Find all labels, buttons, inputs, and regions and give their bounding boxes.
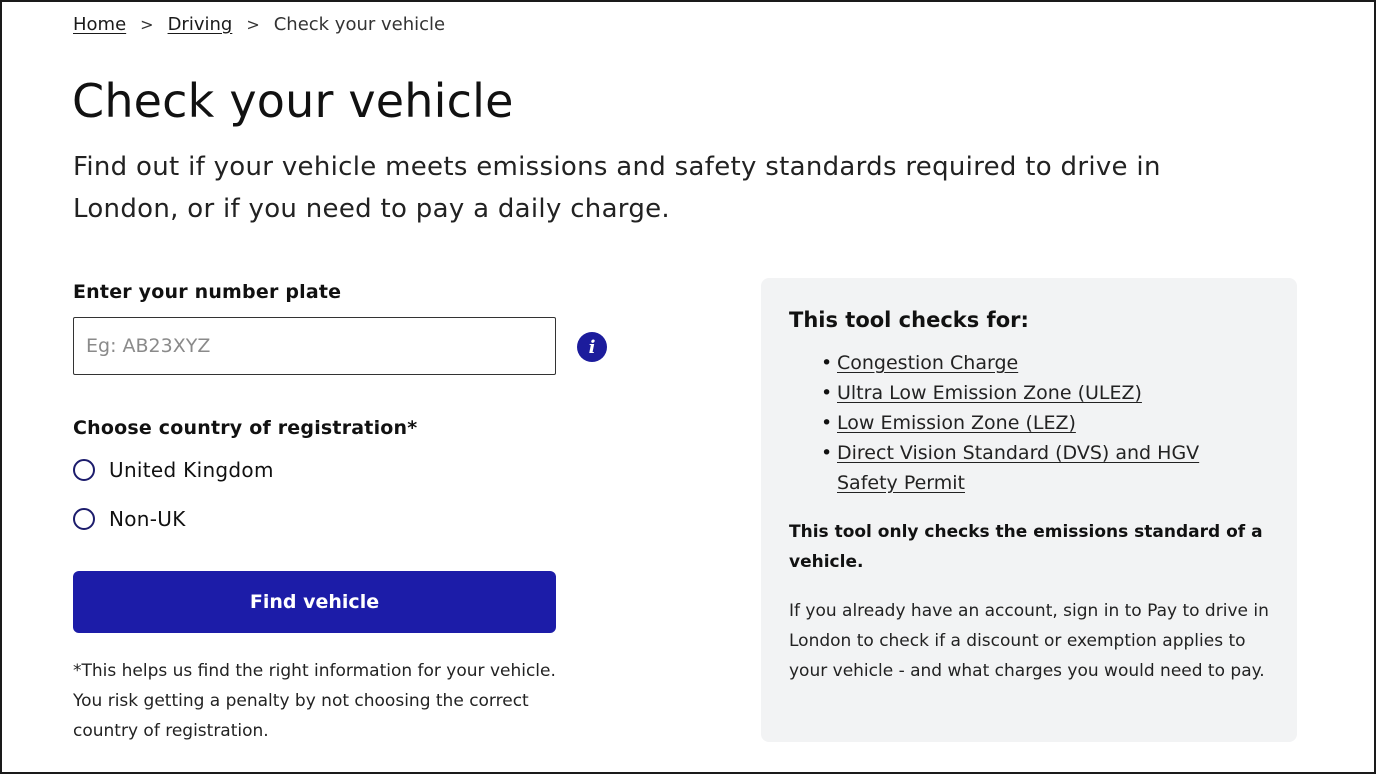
find-vehicle-button[interactable]: Find vehicle xyxy=(73,571,556,633)
registration-footnote: *This helps us find the right informatio… xyxy=(73,661,556,741)
checks-list: Congestion Charge Ultra Low Emission Zon… xyxy=(821,348,1241,498)
radio-button[interactable] xyxy=(73,508,95,530)
breadcrumb-separator: > xyxy=(140,15,154,34)
ulez-link[interactable]: Ultra Low Emission Zone (ULEZ) xyxy=(837,382,1142,404)
plate-label: Enter your number plate xyxy=(73,281,342,303)
tool-info-panel: This tool checks for: Congestion Charge … xyxy=(761,278,1297,742)
breadcrumb-driving-link[interactable]: Driving xyxy=(168,14,233,35)
congestion-charge-link[interactable]: Congestion Charge xyxy=(837,352,1018,374)
info-icon[interactable]: i xyxy=(577,332,607,362)
list-item: Congestion Charge xyxy=(821,348,1241,378)
panel-account-note: If you already have an account, sign in … xyxy=(789,601,1269,681)
radio-label: United Kingdom xyxy=(109,458,274,482)
page-intro: Find out if your vehicle meets emissions… xyxy=(73,152,1161,224)
list-item: Ultra Low Emission Zone (ULEZ) xyxy=(821,378,1241,408)
lez-link[interactable]: Low Emission Zone (LEZ) xyxy=(837,412,1076,434)
radio-label: Non-UK xyxy=(109,507,186,531)
number-plate-input[interactable] xyxy=(73,317,556,375)
panel-emissions-note: This tool only checks the emissions stan… xyxy=(789,522,1263,572)
breadcrumb-current: Check your vehicle xyxy=(273,14,446,35)
list-item: Direct Vision Standard (DVS) and HGV Saf… xyxy=(821,438,1241,498)
list-item: Low Emission Zone (LEZ) xyxy=(821,408,1241,438)
dvs-hgv-link[interactable]: Direct Vision Standard (DVS) and HGV Saf… xyxy=(837,442,1199,494)
radio-button[interactable] xyxy=(73,459,95,481)
radio-non-uk[interactable]: Non-UK xyxy=(73,507,186,531)
panel-title: This tool checks for: xyxy=(789,308,1029,332)
radio-united-kingdom[interactable]: United Kingdom xyxy=(73,458,274,482)
breadcrumb-home-link[interactable]: Home xyxy=(73,14,126,35)
page-title: Check your vehicle xyxy=(72,74,514,128)
breadcrumb-separator: > xyxy=(246,15,260,34)
country-label: Choose country of registration* xyxy=(73,417,418,439)
page-frame: Home > Driving > Check your vehicle Chec… xyxy=(0,0,1376,774)
breadcrumb: Home > Driving > Check your vehicle xyxy=(73,14,445,35)
